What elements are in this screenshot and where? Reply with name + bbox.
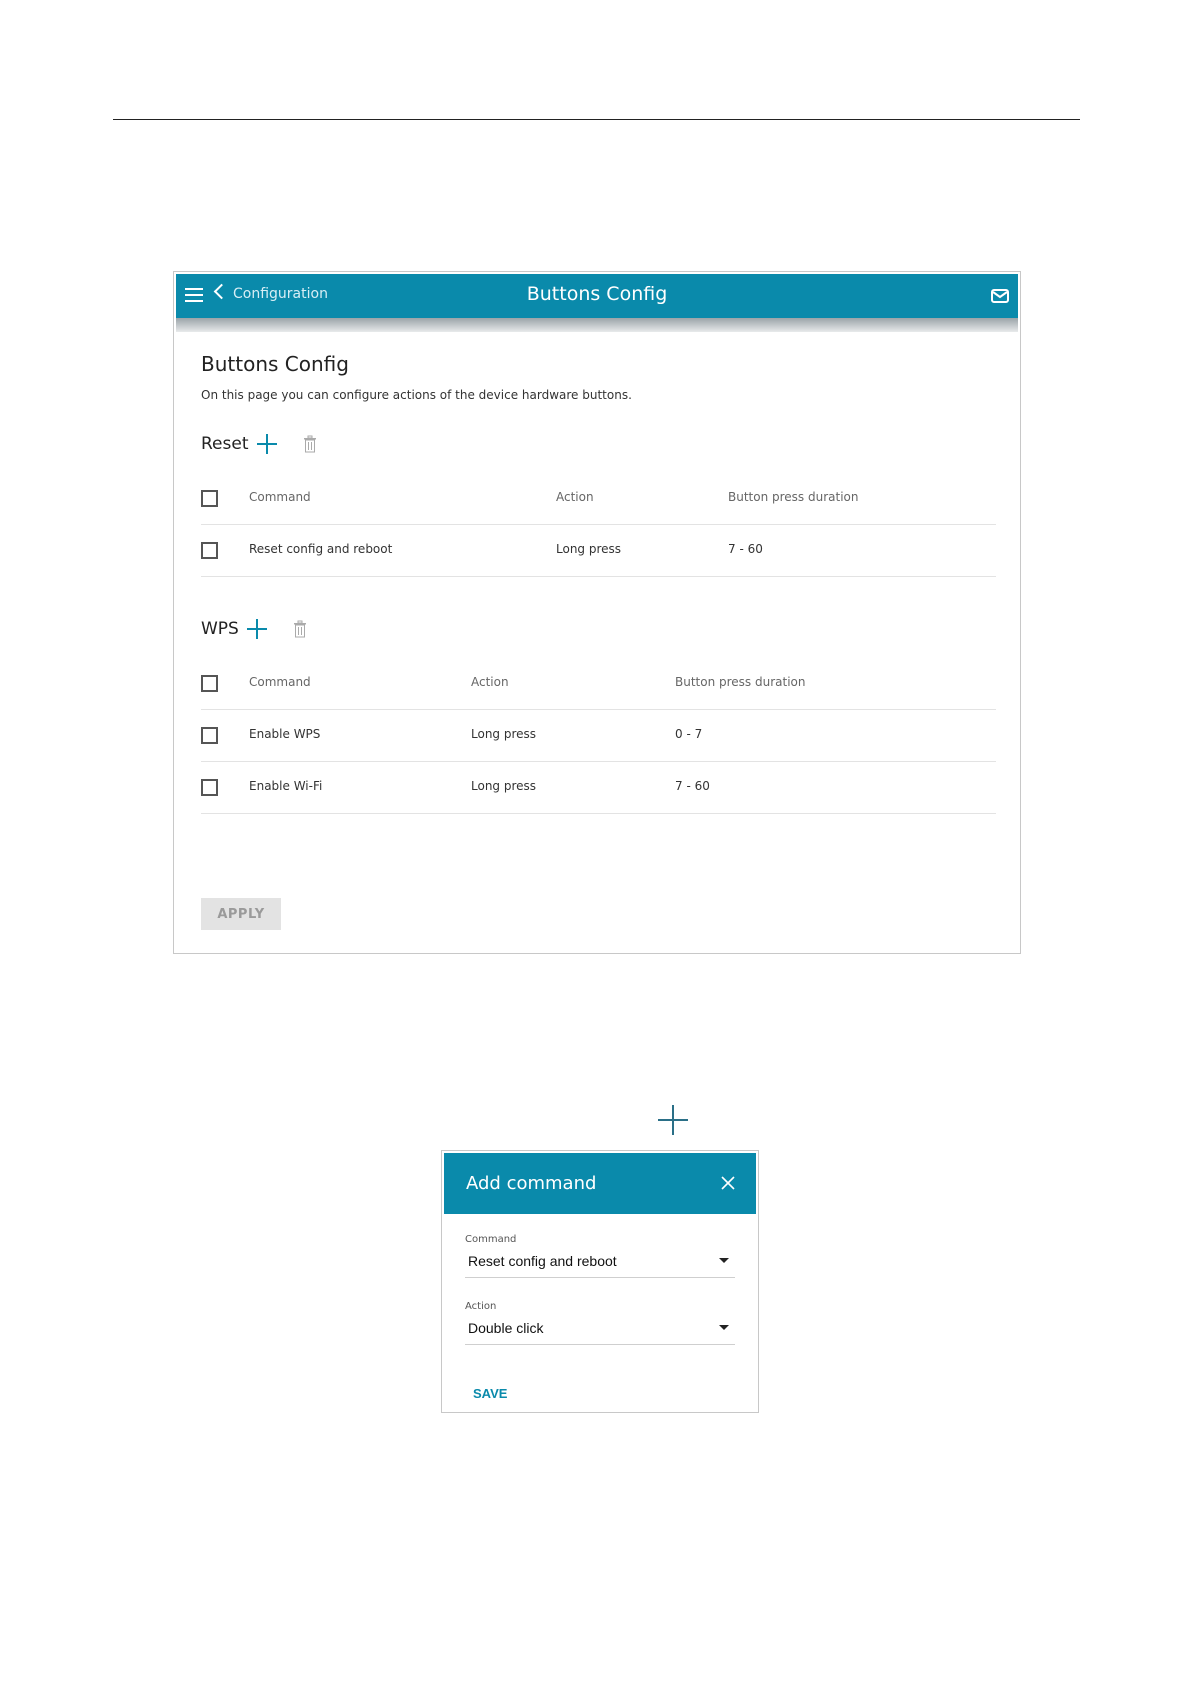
table-header-row: Command Action Button press duration xyxy=(201,473,996,525)
row-duration: 0 - 7 xyxy=(675,727,703,741)
back-link-configuration[interactable]: Configuration xyxy=(213,283,328,302)
close-icon[interactable] xyxy=(720,1175,736,1191)
dialog-title: Add command xyxy=(466,1173,597,1194)
command-select-text: Reset config and reboot xyxy=(468,1253,617,1269)
plus-icon xyxy=(658,1105,688,1135)
row-action: Long press xyxy=(471,779,537,793)
trash-icon[interactable] xyxy=(303,435,317,453)
row-duration: 7 - 60 xyxy=(728,542,763,556)
add-command-dialog: Add command Command Reset config and reb… xyxy=(441,1150,759,1413)
menu-icon[interactable] xyxy=(185,288,203,304)
column-header-duration: Button press duration xyxy=(675,675,806,689)
app-bar-shadow xyxy=(176,318,1018,332)
select-all-checkbox[interactable] xyxy=(201,490,218,507)
mail-icon[interactable] xyxy=(991,288,1009,304)
column-header-duration: Button press duration xyxy=(728,490,859,504)
dropdown-caret-icon xyxy=(719,1258,729,1263)
row-command: Enable Wi-Fi xyxy=(249,779,323,793)
wps-section-header: WPS xyxy=(201,619,307,639)
column-header-command: Command xyxy=(249,675,311,689)
page-description: On this page you can configure actions o… xyxy=(201,388,632,402)
buttons-config-screenshot: Configuration Buttons Config Buttons Con… xyxy=(173,271,1021,954)
row-command: Reset config and reboot xyxy=(249,542,393,556)
reset-section-header: Reset xyxy=(201,434,317,454)
table-row[interactable]: Enable WPS Long press 0 - 7 xyxy=(201,710,996,762)
column-header-command: Command xyxy=(249,490,311,504)
row-checkbox[interactable] xyxy=(201,779,218,796)
plus-icon[interactable] xyxy=(256,434,277,454)
action-select-value[interactable]: Double click xyxy=(465,1320,735,1344)
row-duration: 7 - 60 xyxy=(675,779,710,793)
app-bar: Configuration Buttons Config xyxy=(176,274,1018,318)
table-header-row: Command Action Button press duration xyxy=(201,658,996,710)
action-select-text: Double click xyxy=(468,1320,544,1336)
command-select-label: Command xyxy=(465,1234,517,1245)
save-button[interactable]: SAVE xyxy=(473,1386,507,1401)
reset-table: Command Action Button press duration Res… xyxy=(201,473,996,577)
reset-section-title: Reset xyxy=(201,434,249,454)
table-row[interactable]: Reset config and reboot Long press 7 - 6… xyxy=(201,525,996,577)
column-header-action: Action xyxy=(556,490,594,504)
action-select-label: Action xyxy=(465,1301,497,1312)
trash-icon[interactable] xyxy=(293,620,307,638)
back-link-label: Configuration xyxy=(233,286,328,302)
page-top-rule xyxy=(113,119,1080,120)
wps-table: Command Action Button press duration Ena… xyxy=(201,658,996,814)
action-select[interactable]: Action Double click xyxy=(465,1301,735,1345)
column-header-action: Action xyxy=(471,675,509,689)
plus-icon[interactable] xyxy=(246,619,267,639)
table-row[interactable]: Enable Wi-Fi Long press 7 - 60 xyxy=(201,762,996,814)
dropdown-caret-icon xyxy=(719,1325,729,1330)
chevron-left-icon xyxy=(213,283,230,300)
page-title: Buttons Config xyxy=(201,352,349,376)
wps-section-title: WPS xyxy=(201,619,239,639)
command-select-value[interactable]: Reset config and reboot xyxy=(465,1253,735,1277)
row-checkbox[interactable] xyxy=(201,727,218,744)
command-select[interactable]: Command Reset config and reboot xyxy=(465,1234,735,1278)
apply-button[interactable]: APPLY xyxy=(201,898,281,930)
row-checkbox[interactable] xyxy=(201,542,218,559)
dialog-header: Add command xyxy=(444,1153,756,1214)
row-command: Enable WPS xyxy=(249,727,321,741)
row-action: Long press xyxy=(556,542,622,556)
row-action: Long press xyxy=(471,727,537,741)
select-all-checkbox[interactable] xyxy=(201,675,218,692)
